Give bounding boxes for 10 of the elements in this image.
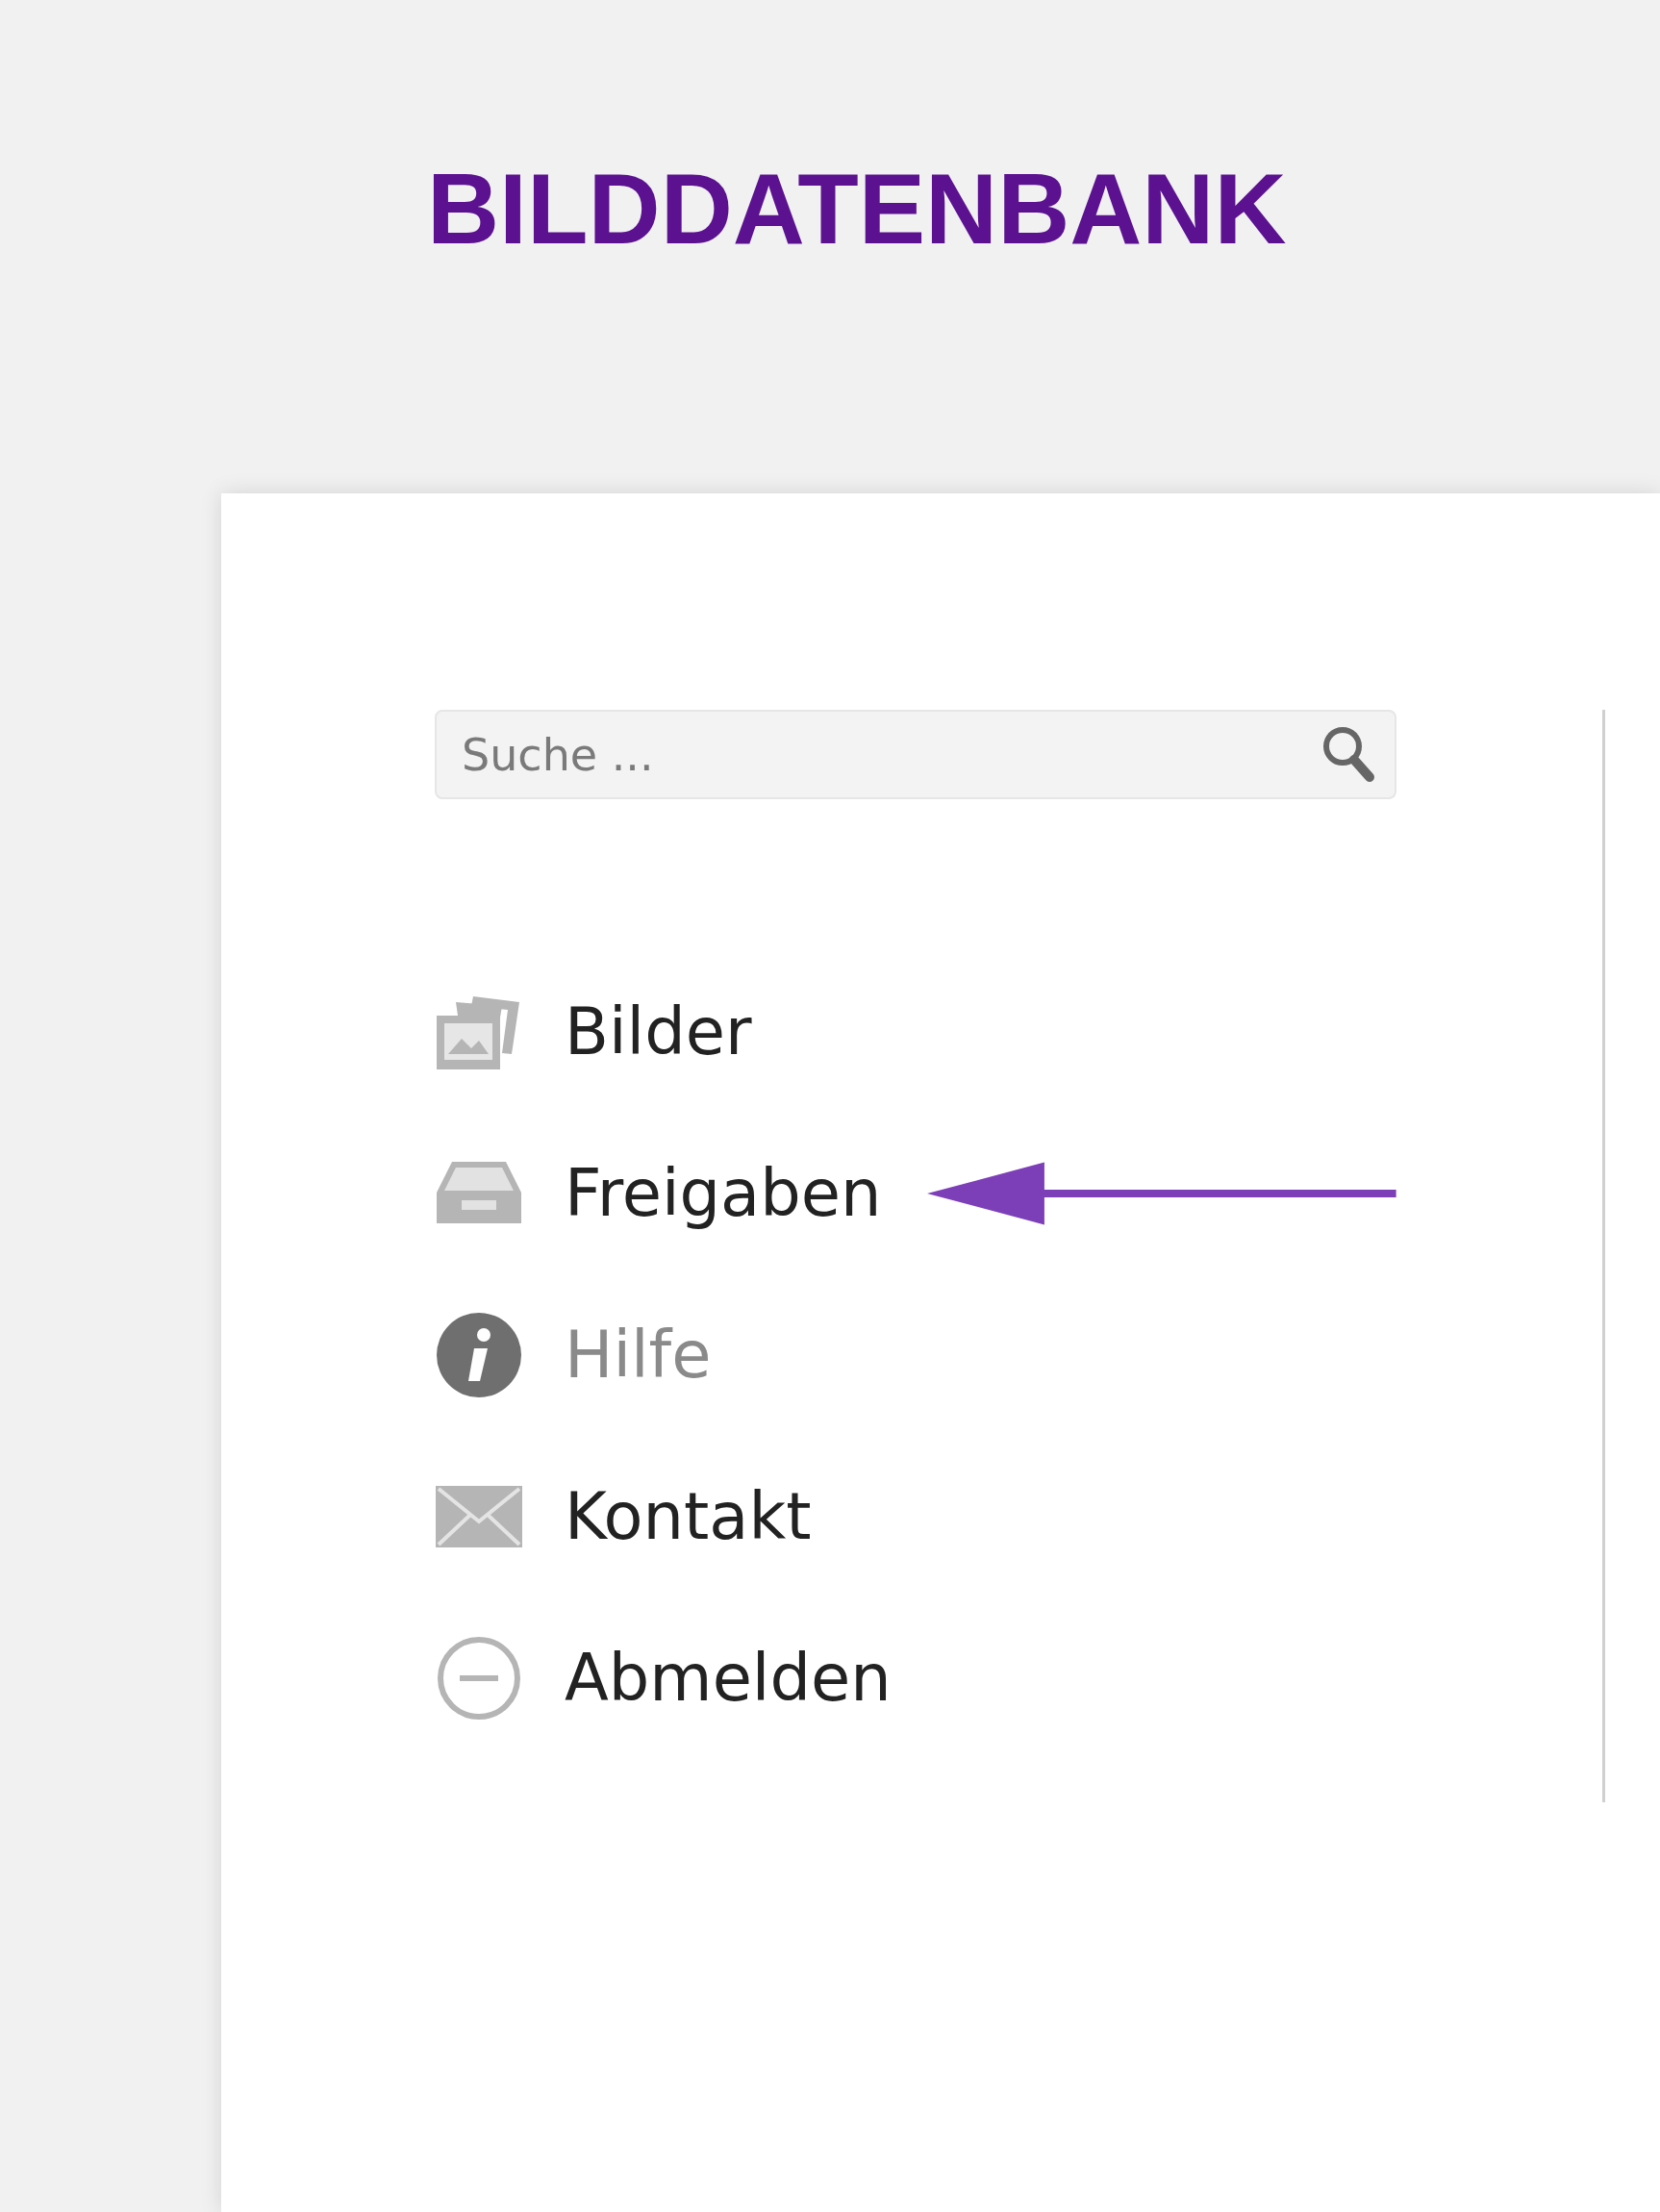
site-title: BILDDATENBANK — [427, 154, 1287, 264]
menu-link[interactable]: Kontakt — [565, 1479, 812, 1554]
menu-link[interactable]: Freigaben — [565, 1156, 882, 1231]
search-field[interactable]: Suche ... — [435, 710, 1396, 799]
info-icon — [436, 1312, 522, 1398]
minus-circle-icon — [437, 1636, 521, 1721]
envelope-icon — [435, 1485, 523, 1548]
menu-link[interactable]: Bilder — [565, 994, 752, 1069]
search-icon — [1321, 725, 1375, 783]
menu-link[interactable]: Abmelden — [565, 1641, 892, 1716]
